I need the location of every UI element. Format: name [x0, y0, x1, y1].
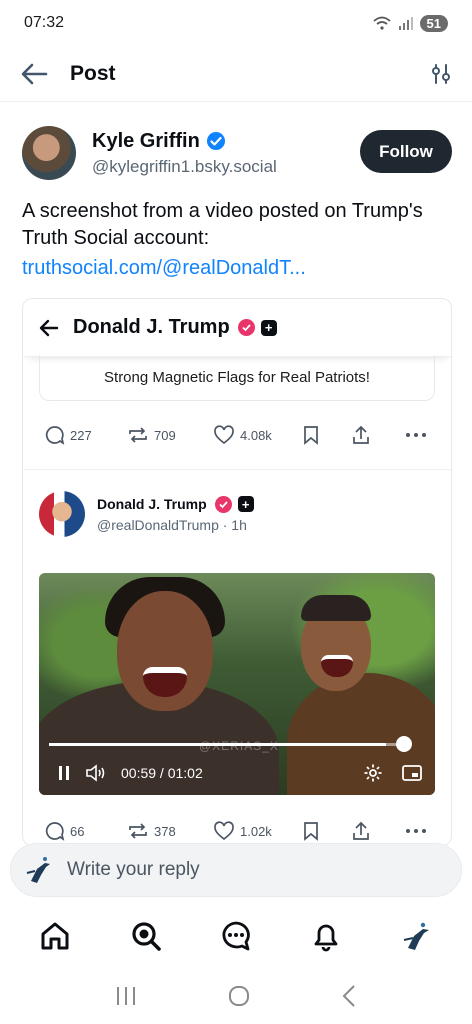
reply-action: 227 — [45, 425, 127, 445]
settings-gear-icon — [364, 764, 382, 782]
home-icon — [41, 922, 69, 950]
more-action — [405, 828, 427, 834]
reply-placeholder: Write your reply — [67, 859, 200, 880]
more-icon — [406, 433, 426, 437]
arrow-left-icon — [39, 319, 59, 336]
author-display[interactable]: Kyle Griffin — [92, 130, 277, 153]
status-bar: 07:32 51 — [0, 0, 472, 46]
more-icon — [406, 829, 426, 833]
inner-handle: @realDonaldTrump · 1h — [97, 516, 247, 533]
video-watermark: @XERIAS_X — [199, 739, 279, 753]
post-link[interactable]: truthsocial.com/@realDonaldT... — [22, 255, 306, 282]
embed-flags-card: Strong Magnetic Flags for Real Patriots! — [39, 355, 435, 401]
share-icon — [353, 425, 369, 444]
post-text: A screenshot from a video posted on Trum… — [22, 200, 423, 249]
share-icon — [353, 821, 369, 840]
sliders-icon[interactable] — [430, 63, 452, 85]
recents-icon[interactable] — [114, 985, 138, 1007]
chat-icon — [222, 921, 250, 951]
bird-avatar-icon — [26, 857, 50, 883]
inner-display-name: Donald J. Trump — [97, 496, 207, 512]
tab-home[interactable] — [31, 912, 79, 960]
pause-icon — [59, 766, 69, 780]
bottom-tab-bar — [0, 904, 472, 968]
embedded-image[interactable]: Donald J. Trump + Strong Magnetic Flags … — [22, 298, 452, 846]
share-action — [351, 425, 405, 445]
app-header: Post — [0, 46, 472, 102]
share-action — [351, 821, 405, 841]
page-title: Post — [70, 61, 116, 85]
author-display-name: Kyle Griffin — [92, 129, 200, 152]
battery-badge: 51 — [419, 14, 448, 32]
repost-count: 378 — [154, 823, 176, 839]
video-player: @XERIAS_X 00:59 / 01:02 — [39, 573, 435, 795]
wifi-icon — [372, 16, 391, 30]
reply-input[interactable]: Write your reply — [10, 843, 462, 897]
tab-search[interactable] — [122, 912, 170, 960]
repost-action: 378 — [127, 821, 213, 841]
author-names: Kyle Griffin @kylegriffin1.bsky.social — [92, 130, 277, 177]
tab-notifications[interactable] — [302, 912, 350, 960]
video-progress-fill — [49, 743, 387, 746]
heart-icon — [214, 425, 234, 445]
reply-count: 66 — [70, 823, 85, 839]
video-controls: 00:59 / 01:02 — [57, 761, 423, 785]
follow-button[interactable]: Follow — [360, 130, 452, 173]
reply-action: 66 — [45, 821, 127, 841]
system-nav-bar — [0, 968, 472, 1024]
repost-icon — [129, 427, 147, 443]
back-chevron-icon[interactable] — [340, 984, 358, 1008]
embed-action-row-2: 66 378 1.02k — [45, 819, 435, 843]
reply-count: 227 — [70, 427, 92, 443]
like-action: 1.02k — [213, 821, 303, 841]
signal-icon — [398, 17, 413, 30]
verified-badge-icon — [237, 319, 255, 336]
home-circle-icon[interactable] — [227, 984, 251, 1008]
picture-in-picture-icon — [402, 765, 422, 781]
embed-action-row: 227 709 4.08k — [45, 423, 435, 447]
divider — [23, 469, 451, 470]
verified-badge-icon — [206, 132, 225, 150]
figure-hair-right — [301, 595, 371, 621]
author-handle[interactable]: @kylegriffin1.bsky.social — [92, 157, 277, 177]
video-time: 00:59 / 01:02 — [121, 765, 203, 781]
profile-bird-icon — [403, 922, 429, 950]
comment-icon — [45, 822, 65, 841]
plus-badge-icon: + — [260, 319, 277, 336]
plus-badge-icon: + — [237, 496, 254, 512]
video-right-controls — [363, 763, 423, 783]
bookmark-icon — [304, 822, 318, 841]
video-progress-track — [49, 743, 404, 746]
inner-post-author: Donald J. Trump + @realDonaldTrump · 1h — [39, 491, 254, 537]
search-icon — [131, 922, 161, 951]
verified-badge-icon — [214, 495, 232, 513]
avatar — [39, 491, 85, 537]
volume-icon — [86, 764, 105, 782]
tab-profile[interactable] — [393, 912, 441, 960]
status-time: 07:32 — [24, 14, 65, 31]
like-count: 4.08k — [240, 427, 272, 443]
bookmark-action — [303, 821, 351, 841]
post-author: Kyle Griffin @kylegriffin1.bsky.social F… — [22, 124, 452, 182]
heart-icon — [214, 821, 234, 841]
like-action: 4.08k — [213, 425, 303, 445]
bookmark-icon — [304, 426, 318, 445]
more-action — [405, 432, 427, 438]
like-count: 1.02k — [240, 823, 272, 839]
avatar[interactable] — [22, 126, 76, 180]
repost-action: 709 — [127, 425, 213, 445]
bookmark-action — [303, 425, 351, 445]
bell-icon — [314, 924, 338, 952]
comment-icon — [45, 426, 65, 445]
embed-profile-header: Donald J. Trump + — [23, 299, 451, 357]
system-icons: 51 — [372, 14, 448, 32]
video-scrubber-handle — [396, 736, 412, 752]
inner-author-names: Donald J. Trump + @realDonaldTrump · 1h — [97, 495, 254, 533]
arrow-left-icon[interactable] — [20, 62, 48, 86]
tab-chat[interactable] — [212, 912, 260, 960]
repost-icon — [129, 823, 147, 839]
embed-profile-name: Donald J. Trump — [73, 316, 230, 338]
repost-count: 709 — [154, 427, 176, 443]
inner-display-row: Donald J. Trump + — [97, 495, 254, 513]
